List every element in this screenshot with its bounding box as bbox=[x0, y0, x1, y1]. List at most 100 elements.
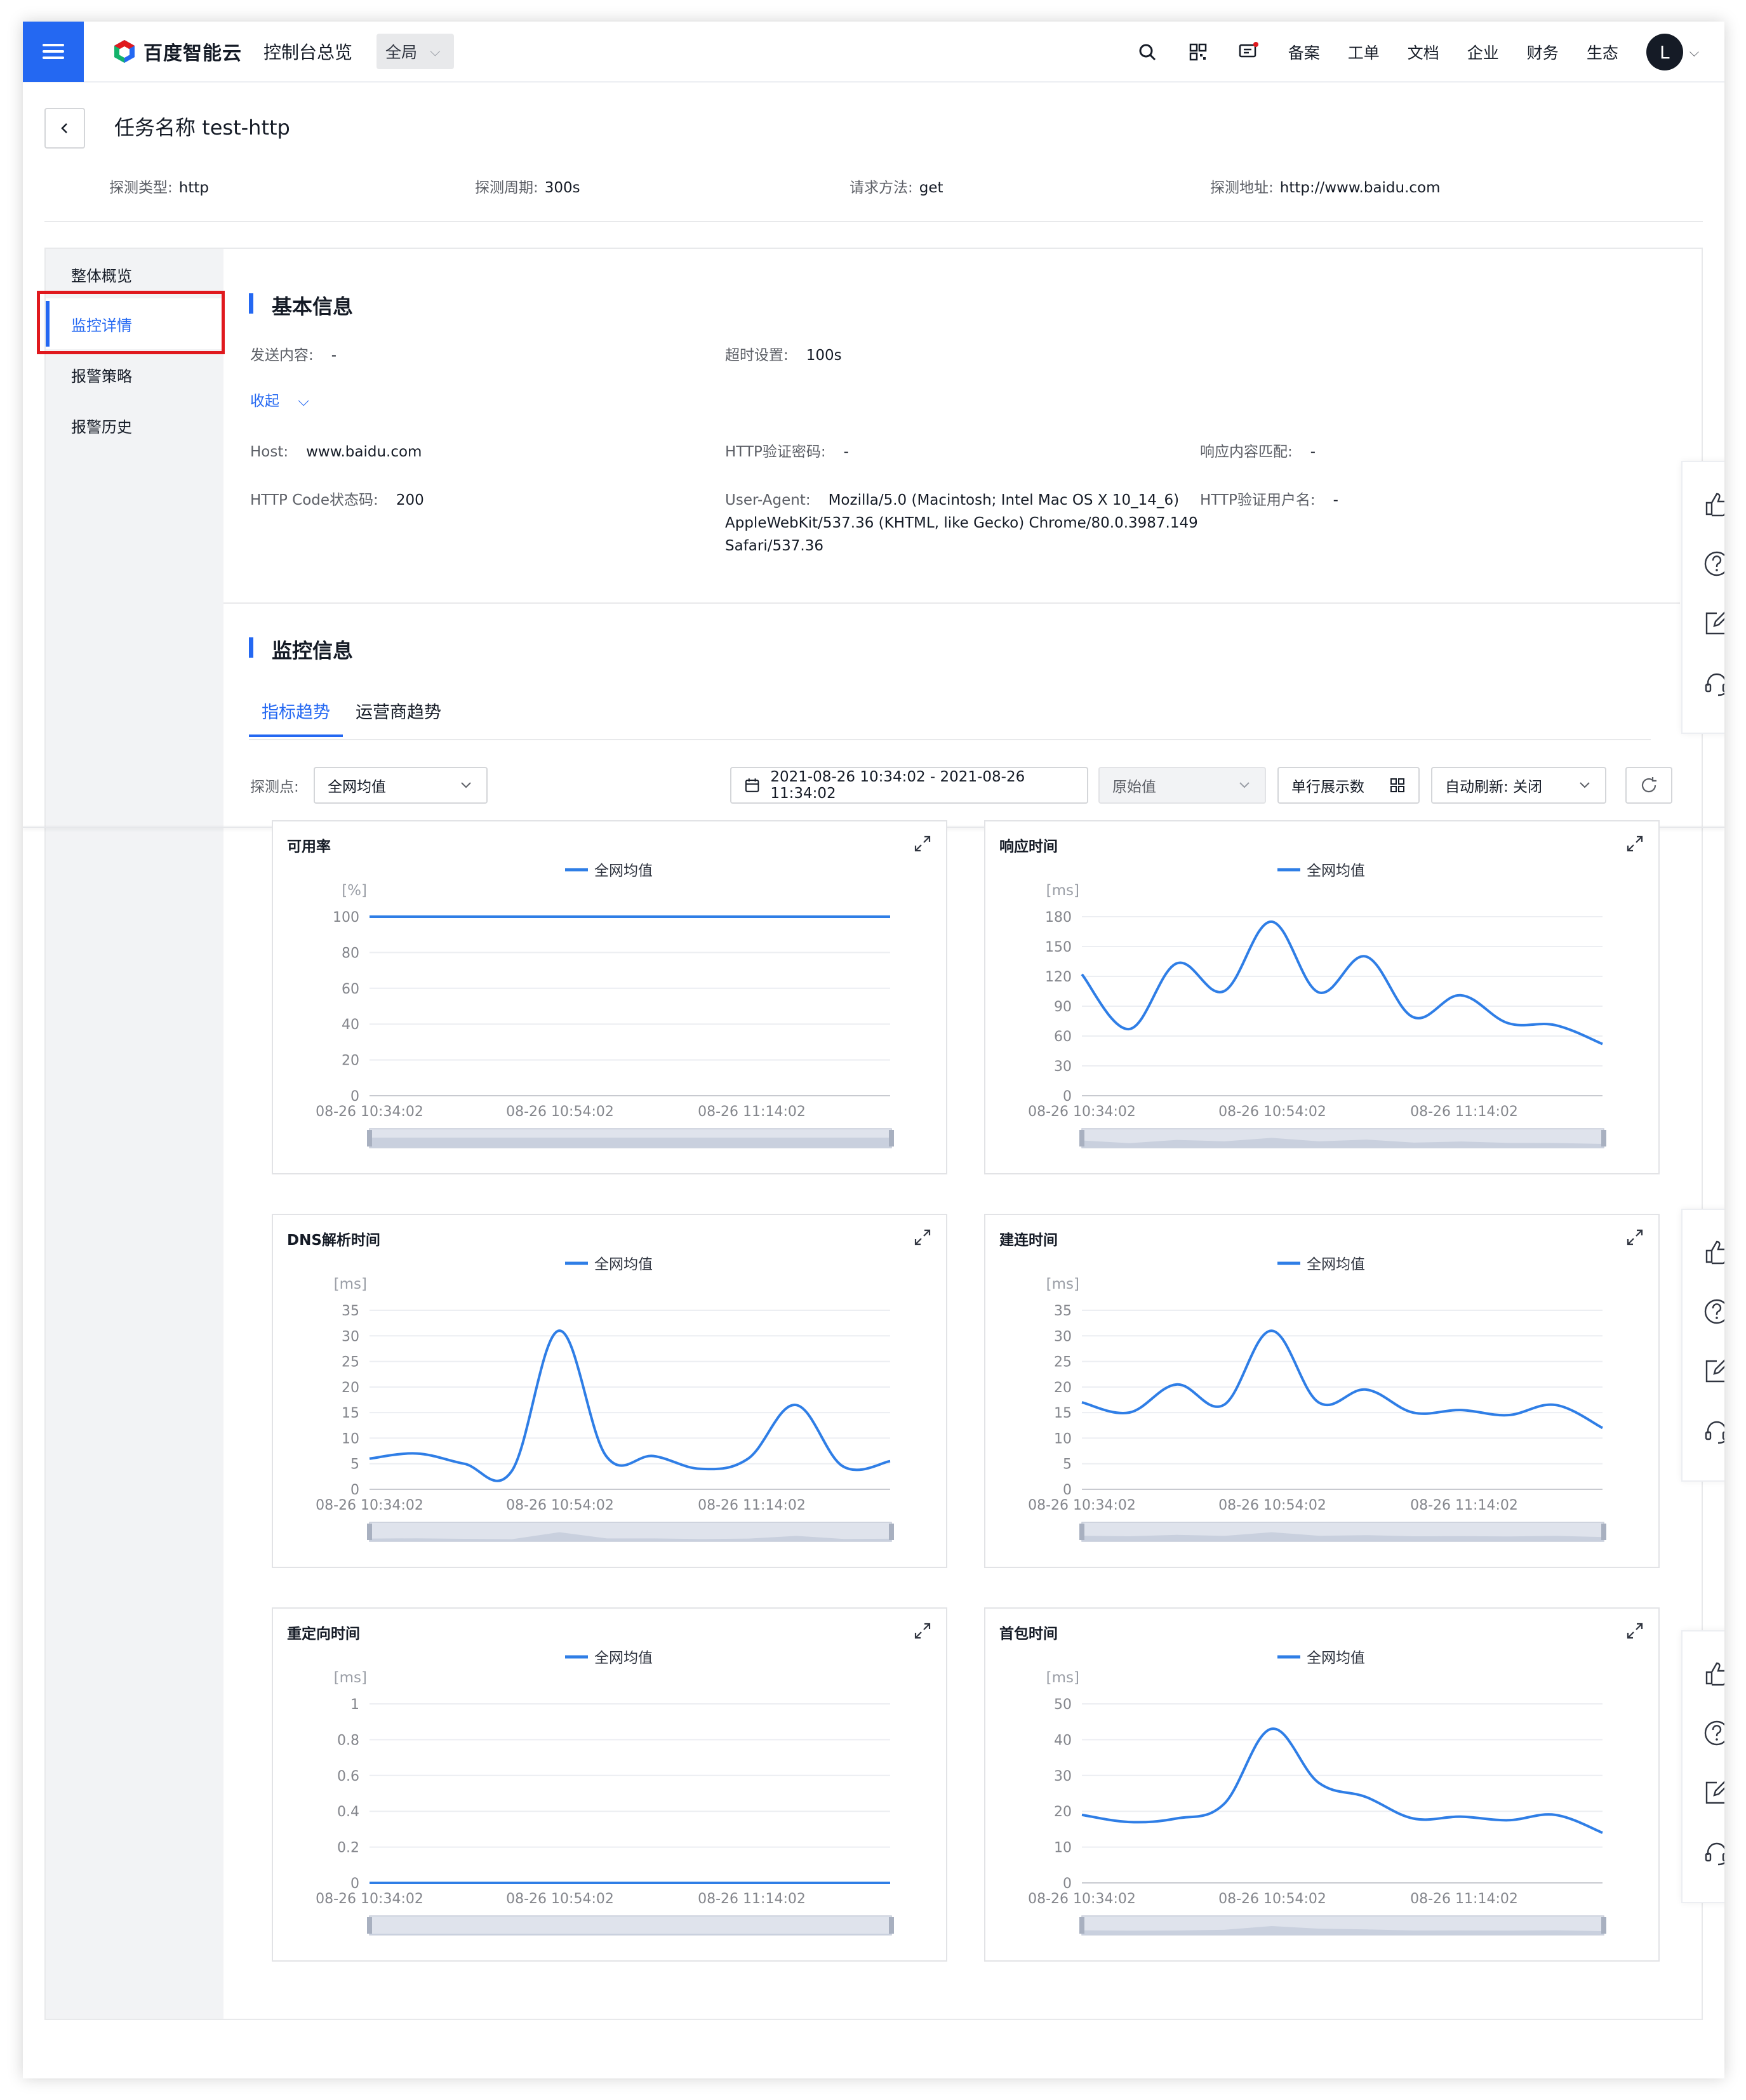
field-host: Host: www.baidu.com bbox=[250, 441, 422, 463]
zoom-slider-track[interactable] bbox=[369, 1915, 892, 1936]
chart-card-dns-time: DNS解析时间 全网均值 [ms] 35 30 25 20 15 10 5 0 08-26 10:34… bbox=[272, 1214, 947, 1568]
y-tick-label: 10 bbox=[1054, 1431, 1072, 1447]
legend-label[interactable]: 全网均值 bbox=[594, 1256, 653, 1273]
y-axis-unit: [%] bbox=[342, 882, 367, 899]
time-range-picker[interactable]: 2021-08-26 10:34:02 - 2021-08-26 11:34:0… bbox=[730, 767, 1088, 804]
nav-link-enterprise[interactable]: 企业 bbox=[1467, 41, 1499, 63]
meta-value: http bbox=[178, 180, 209, 196]
zoom-handle-right[interactable] bbox=[889, 1130, 894, 1146]
message-icon[interactable] bbox=[1237, 41, 1260, 63]
thumbs-up-icon[interactable] bbox=[1703, 490, 1724, 518]
field-user-agent: User-Agent: Mozilla/5.0 (Macintosh; Intel… bbox=[725, 489, 1208, 557]
auto-refresh-select[interactable]: 自动刷新: 关闭 bbox=[1431, 767, 1606, 804]
y-tick-label: 150 bbox=[1045, 940, 1072, 955]
y-axis-unit: [ms] bbox=[1046, 1276, 1079, 1293]
nav-link-ecosystem[interactable]: 生态 bbox=[1587, 41, 1618, 63]
chart-card-first-byte-time: 首包时间 全网均值 [ms] 50 40 30 20 10 0 08-26 10:34:02 08-… bbox=[984, 1607, 1660, 1962]
y-axis-unit: [ms] bbox=[1046, 882, 1079, 899]
chevron-down-icon[interactable]: ⌵ bbox=[1689, 44, 1699, 60]
legend-label[interactable]: 全网均值 bbox=[594, 863, 653, 879]
field-response-match: 响应内容匹配: - bbox=[1200, 441, 1316, 463]
console-overview-link[interactable]: 控制台总览 bbox=[263, 39, 352, 64]
brand-name: 百度智能云 bbox=[143, 43, 242, 65]
tab-metric-trend[interactable]: 指标趋势 bbox=[249, 698, 343, 737]
collapse-toggle[interactable]: 收起 ⌵ bbox=[250, 389, 309, 410]
refresh-icon bbox=[1641, 777, 1656, 793]
grid-icon bbox=[1390, 778, 1404, 792]
sidebar-item-alarm-policy[interactable]: 报警策略 bbox=[46, 349, 223, 400]
probe-point-select[interactable]: 全网均值 bbox=[314, 767, 488, 804]
series-line[interactable] bbox=[1081, 1329, 1603, 1430]
hamburger-icon bbox=[43, 40, 64, 63]
avatar[interactable]: L bbox=[1646, 34, 1683, 70]
y-tick-label: 60 bbox=[342, 981, 359, 997]
help-icon[interactable] bbox=[1703, 1298, 1724, 1326]
edit-icon[interactable] bbox=[1703, 609, 1724, 637]
refresh-button[interactable] bbox=[1625, 767, 1672, 804]
zoom-handle-left[interactable] bbox=[367, 1917, 372, 1934]
zoom-handle-left[interactable] bbox=[1079, 1917, 1084, 1934]
edit-icon[interactable] bbox=[1703, 1779, 1724, 1807]
legend-label[interactable]: 全网均值 bbox=[1307, 1256, 1365, 1273]
series-line[interactable] bbox=[1081, 920, 1603, 1046]
headset-icon[interactable] bbox=[1703, 1417, 1724, 1445]
tab-isp-trend[interactable]: 运营商趋势 bbox=[343, 698, 454, 736]
edit-icon[interactable] bbox=[1703, 1357, 1724, 1385]
legend-label[interactable]: 全网均值 bbox=[594, 1650, 653, 1666]
sidebar-item-alarm-history[interactable]: 报警历史 bbox=[46, 400, 223, 451]
y-tick-label: 15 bbox=[1054, 1406, 1072, 1421]
probe-point-label: 探测点: bbox=[250, 779, 299, 795]
x-tick-label: 08-26 10:54:02 bbox=[506, 1891, 614, 1907]
zoom-handle-left[interactable] bbox=[367, 1130, 372, 1146]
chart-card-connect-time: 建连时间 全网均值 [ms] 35 30 25 20 15 10 5 0 08-26 10:34:02… bbox=[984, 1214, 1660, 1568]
help-icon[interactable] bbox=[1703, 550, 1724, 578]
nav-link-ticket[interactable]: 工单 bbox=[1348, 41, 1380, 63]
per-row-count-label: 单行展示数 bbox=[1291, 779, 1364, 795]
brand-logo[interactable]: 百度智能云 bbox=[112, 37, 242, 65]
meta-value: http://www.baidu.com bbox=[1279, 180, 1441, 196]
monitor-tabs: 指标趋势 运营商趋势 bbox=[249, 698, 454, 737]
series-line[interactable] bbox=[1081, 1727, 1603, 1834]
zoom-handle-right[interactable] bbox=[889, 1524, 894, 1540]
search-icon[interactable] bbox=[1136, 41, 1159, 63]
region-select[interactable]: 全局 ⌵ bbox=[377, 34, 455, 69]
zoom-handle-right[interactable] bbox=[1601, 1917, 1606, 1934]
zoom-handle-left[interactable] bbox=[1079, 1130, 1084, 1146]
top-bar: 百度智能云 控制台总览 全局 ⌵ 备案 工单 文档 企业 财务 生态 L ⌵ bbox=[23, 22, 1724, 83]
chart-card-response-time: 响应时间 全网均值 [ms] 180 150 120 90 60 30 0 08-26 10:34:… bbox=[984, 820, 1660, 1174]
x-tick-label: 08-26 11:14:02 bbox=[1410, 1498, 1518, 1513]
x-tick-label: 08-26 10:34:02 bbox=[1028, 1498, 1136, 1513]
y-tick-label: 30 bbox=[1054, 1769, 1072, 1784]
x-tick-label: 08-26 10:54:02 bbox=[1218, 1104, 1326, 1120]
meta-value: get bbox=[919, 180, 943, 196]
nav-link-docs[interactable]: 文档 bbox=[1408, 41, 1439, 63]
nav-link-finance[interactable]: 财务 bbox=[1527, 41, 1559, 63]
series-line[interactable] bbox=[369, 1329, 891, 1482]
nav-link-beian[interactable]: 备案 bbox=[1288, 41, 1320, 63]
back-button[interactable] bbox=[44, 108, 85, 149]
field-timeout: 超时设置: 100s bbox=[725, 344, 842, 367]
zoom-handle-right[interactable] bbox=[889, 1917, 894, 1934]
value-type-select[interactable]: 原始值 bbox=[1098, 767, 1266, 804]
zoom-handle-right[interactable] bbox=[1601, 1130, 1606, 1146]
thumbs-up-icon[interactable] bbox=[1703, 1238, 1724, 1266]
meta-probe-url: 探测地址: http://www.baidu.com bbox=[1210, 175, 1441, 197]
legend-label[interactable]: 全网均值 bbox=[1307, 863, 1365, 879]
chevron-left-icon bbox=[61, 123, 67, 133]
help-icon[interactable] bbox=[1703, 1719, 1724, 1747]
meta-key: 探测周期: bbox=[475, 180, 538, 196]
y-tick-label: 20 bbox=[342, 1380, 359, 1396]
zoom-handle-right[interactable] bbox=[1601, 1524, 1606, 1540]
y-tick-label: 0 bbox=[350, 1089, 359, 1105]
per-row-count-button[interactable]: 单行展示数 bbox=[1277, 767, 1420, 804]
headset-icon[interactable] bbox=[1703, 1838, 1724, 1866]
menu-button[interactable] bbox=[23, 22, 84, 82]
thumbs-up-icon[interactable] bbox=[1703, 1659, 1724, 1687]
zoom-handle-left[interactable] bbox=[367, 1524, 372, 1540]
qrcode-icon[interactable] bbox=[1187, 41, 1210, 63]
chevron-down-icon bbox=[461, 782, 471, 788]
zoom-slider-preview bbox=[370, 1138, 891, 1148]
zoom-handle-left[interactable] bbox=[1079, 1524, 1084, 1540]
headset-icon[interactable] bbox=[1703, 669, 1724, 697]
legend-label[interactable]: 全网均值 bbox=[1307, 1650, 1365, 1666]
